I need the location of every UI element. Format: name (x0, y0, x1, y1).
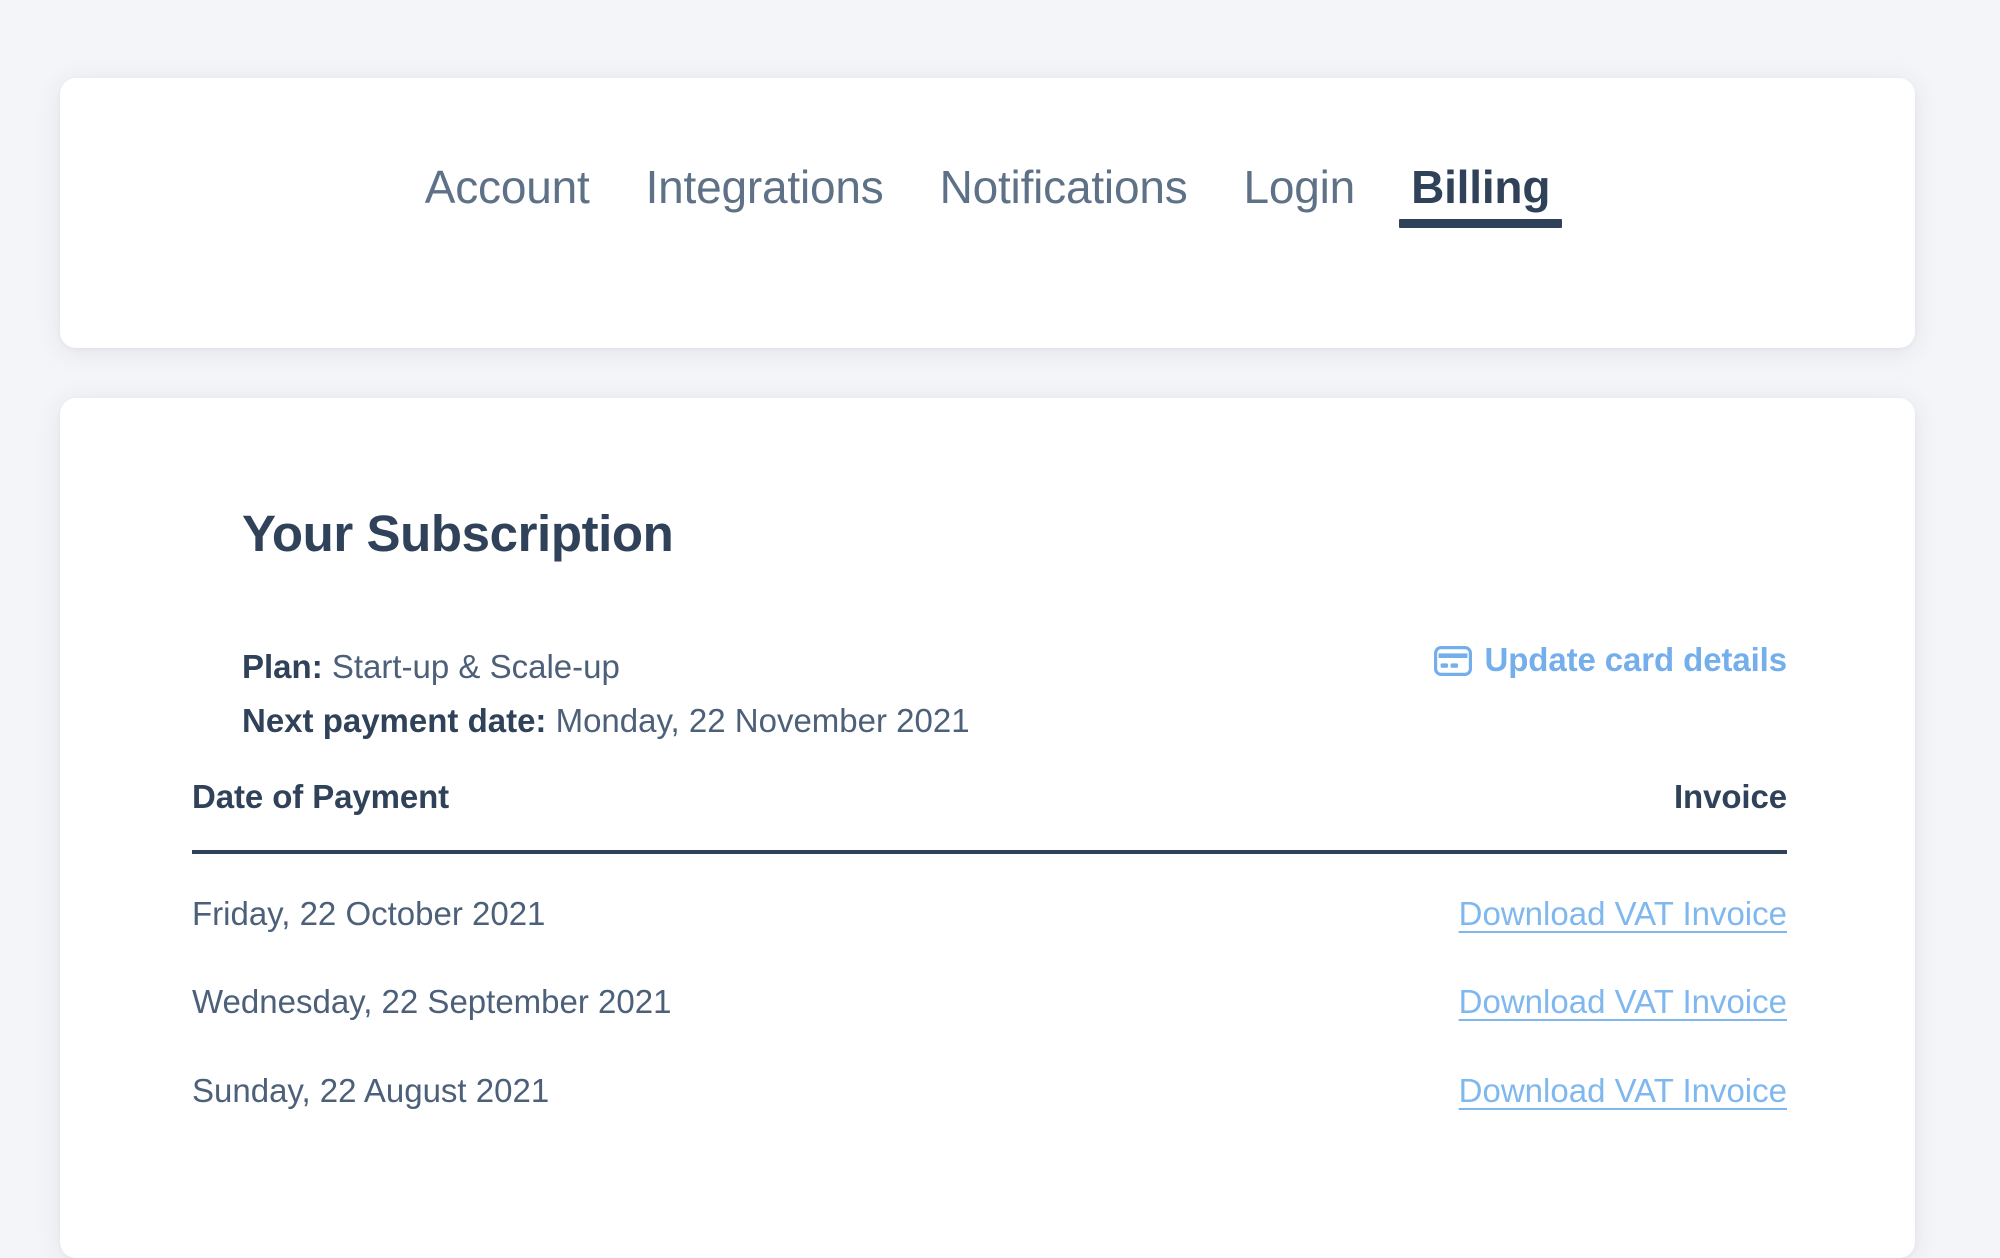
page-title: Your Subscription (242, 505, 674, 562)
payments-table-wrapper: Date of Payment Invoice Friday, 22 Octob… (192, 778, 1787, 1125)
invoice-cell: Download VAT Invoice (1139, 852, 1787, 948)
plan-label: Plan: (242, 648, 323, 685)
payment-date-cell: Friday, 22 October 2021 (192, 895, 546, 932)
payments-table-body: Friday, 22 October 2021 Download VAT Invo… (192, 852, 1787, 1125)
payments-table: Date of Payment Invoice Friday, 22 Octob… (192, 778, 1787, 1125)
payment-date-cell: Wednesday, 22 September 2021 (192, 983, 672, 1021)
download-vat-invoice-link[interactable]: Download VAT Invoice (1459, 895, 1787, 932)
tab-login[interactable]: Login (1244, 164, 1356, 248)
subscription-content: Your Subscription Plan: Start-up & Scale… (182, 398, 1793, 1258)
credit-card-icon (1434, 646, 1473, 676)
update-card-details-button[interactable]: Update card details (1434, 641, 1787, 679)
tab-account[interactable]: Account (425, 164, 590, 248)
column-header-invoice: Invoice (1673, 778, 1787, 815)
tab-billing[interactable]: Billing (1399, 164, 1563, 248)
table-row: Sunday, 22 August 2021 Download VAT Invoi… (192, 1037, 1787, 1125)
plan-row: Plan: Start-up & Scale-up (242, 640, 970, 694)
settings-tabs-card: Account Integrations Notifications Login Bil… (60, 78, 1915, 348)
payments-table-head: Date of Payment Invoice (192, 778, 1787, 852)
tab-notifications[interactable]: Notifications (940, 164, 1188, 248)
billing-settings-page: Account Integrations Notifications Login Bil… (0, 0, 2000, 1258)
download-vat-invoice-link[interactable]: Download VAT Invoice (1459, 983, 1787, 1020)
download-vat-invoice-link[interactable]: Download VAT Invoice (1459, 1072, 1787, 1109)
update-card-details-label: Update card details (1484, 641, 1787, 678)
settings-tab-bar: Account Integrations Notifications Login Bil… (60, 78, 1915, 348)
subscription-card: Your Subscription Plan: Start-up & Scale… (60, 398, 1915, 1258)
subscription-meta: Plan: Start-up & Scale-up Next payment d… (242, 640, 970, 748)
table-row: Wednesday, 22 September 2021 Download VAT… (192, 948, 1787, 1036)
table-header-row: Date of Payment Invoice (192, 778, 1787, 852)
next-payment-label: Next payment date: (242, 702, 547, 739)
tab-integrations[interactable]: Integrations (646, 164, 884, 248)
invoice-cell: Download VAT Invoice (1139, 948, 1787, 1036)
invoice-cell: Download VAT Invoice (1139, 1037, 1787, 1125)
plan-value: Start-up & Scale-up (331, 648, 620, 685)
payment-date-cell: Sunday, 22 August 2021 (192, 1071, 550, 1109)
column-header-date: Date of Payment (192, 778, 450, 815)
table-row: Friday, 22 October 2021 Download VAT Invo… (192, 852, 1787, 948)
next-payment-row: Next payment date: Monday, 22 November 2… (242, 694, 970, 748)
next-payment-value: Monday, 22 November 2021 (555, 702, 970, 739)
